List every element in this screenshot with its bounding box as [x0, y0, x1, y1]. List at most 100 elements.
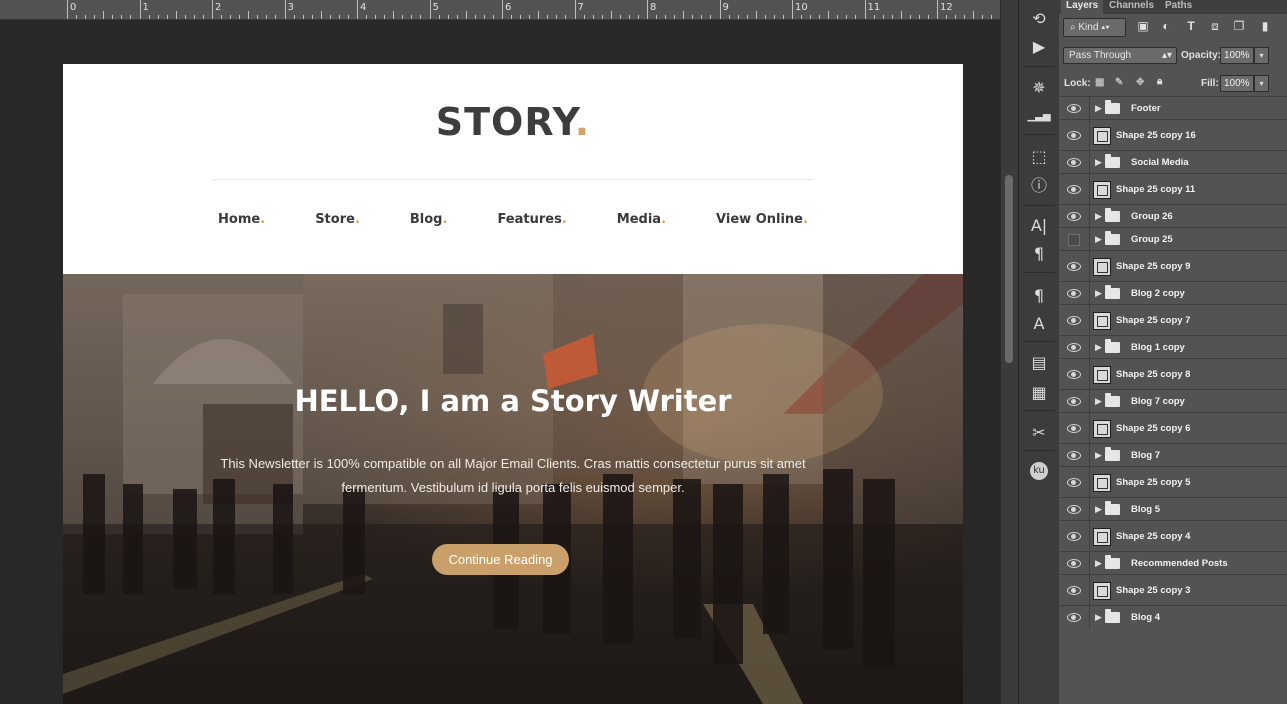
type-filter-icon[interactable]: T — [1183, 18, 1199, 35]
layer-row[interactable]: Shape 25 copy 4 — [1059, 520, 1287, 552]
visibility-toggle[interactable] — [1059, 575, 1090, 606]
lock-all-icon[interactable]: 🔒︎ — [1157, 76, 1162, 87]
ruler-minor-tick — [628, 15, 630, 19]
character-icon[interactable]: A| — [1027, 215, 1051, 237]
kuler-icon[interactable]: ku — [1030, 462, 1048, 480]
ruler-minor-tick — [619, 15, 621, 19]
layer-group-row[interactable]: ▶ Blog 4 — [1059, 605, 1287, 629]
visibility-toggle[interactable] — [1059, 444, 1090, 467]
scrollbar-thumb[interactable] — [1005, 175, 1013, 363]
lock-position-icon[interactable]: ✥ — [1136, 77, 1144, 88]
character-style-icon[interactable]: A — [1027, 313, 1051, 335]
visibility-toggle[interactable] — [1059, 228, 1090, 251]
pixel-filter-icon[interactable]: ▣ — [1135, 18, 1151, 35]
fill-dropdown-icon[interactable]: ▾ — [1254, 75, 1269, 92]
book-icon[interactable]: ▤ — [1027, 352, 1051, 374]
paragraph-icon[interactable]: ¶ — [1027, 243, 1051, 265]
adjustment-filter-icon[interactable]: ◐ — [1158, 18, 1174, 35]
layer-group-row[interactable]: ▶ Group 25 — [1059, 227, 1287, 251]
expand-arrow-icon[interactable]: ▶ — [1095, 103, 1102, 114]
lock-transparent-icon[interactable]: ▦ — [1095, 77, 1104, 88]
tab-layers[interactable]: Layers — [1061, 0, 1104, 14]
layer-group-row[interactable]: ▶ Blog 7 — [1059, 443, 1287, 467]
ruler-minor-tick — [130, 15, 132, 19]
layer-row[interactable]: Shape 25 copy 9 — [1059, 250, 1287, 282]
shape-filter-icon[interactable]: ⧈ — [1207, 18, 1223, 35]
ruler-minor-tick — [982, 15, 984, 19]
fill-input[interactable]: 100% — [1220, 75, 1254, 92]
nav-item-features[interactable]: Features. — [497, 212, 566, 227]
layer-row[interactable]: Shape 25 copy 8 — [1059, 358, 1287, 390]
nav-item-store[interactable]: Store. — [315, 212, 360, 227]
visibility-toggle[interactable] — [1059, 282, 1090, 305]
ruler-label: 11 — [867, 2, 881, 13]
expand-arrow-icon[interactable]: ▶ — [1095, 157, 1102, 168]
expand-arrow-icon[interactable]: ▶ — [1095, 450, 1102, 461]
layer-group-row[interactable]: ▶ Blog 7 copy — [1059, 389, 1287, 413]
nav-item-home[interactable]: Home. — [218, 212, 265, 227]
filter-kind-select[interactable]: ⌕ Kind ▴▾ — [1063, 18, 1126, 37]
play-icon[interactable]: ▶ — [1027, 36, 1051, 58]
info-icon[interactable]: ⓘ — [1027, 175, 1051, 197]
visibility-toggle[interactable] — [1059, 174, 1090, 205]
tab-paths[interactable]: Paths — [1165, 0, 1192, 12]
nav-item-blog[interactable]: Blog. — [410, 212, 448, 227]
expand-arrow-icon[interactable]: ▶ — [1095, 612, 1102, 623]
ruler-minor-tick — [601, 15, 603, 19]
notes-icon[interactable]: ▦ — [1027, 382, 1051, 404]
expand-arrow-icon[interactable]: ▶ — [1095, 342, 1102, 353]
visibility-toggle[interactable] — [1059, 606, 1090, 629]
filter-toggle-icon[interactable]: ▮ — [1257, 18, 1273, 35]
layer-row[interactable]: Shape 25 copy 6 — [1059, 412, 1287, 444]
layer-group-row[interactable]: ▶ Recommended Posts — [1059, 551, 1287, 575]
nav-item-media[interactable]: Media. — [617, 212, 666, 227]
continue-reading-button[interactable]: Continue Reading — [432, 544, 569, 575]
ruler-major-tick — [792, 0, 793, 19]
canvas-vertical-scrollbar[interactable] — [1000, 0, 1018, 704]
expand-arrow-icon[interactable]: ▶ — [1095, 504, 1102, 515]
opacity-input[interactable]: 100% — [1220, 47, 1254, 64]
visibility-toggle[interactable] — [1059, 120, 1090, 151]
tools-icon[interactable]: ✂ — [1027, 422, 1051, 444]
layer-row[interactable]: Shape 25 copy 7 — [1059, 304, 1287, 336]
expand-arrow-icon[interactable]: ▶ — [1095, 288, 1102, 299]
expand-arrow-icon[interactable]: ▶ — [1095, 396, 1102, 407]
expand-arrow-icon[interactable]: ▶ — [1095, 558, 1102, 569]
tab-channels[interactable]: Channels — [1109, 0, 1154, 12]
layer-row[interactable]: Shape 25 copy 11 — [1059, 173, 1287, 205]
visibility-toggle[interactable] — [1059, 359, 1090, 390]
layer-row[interactable]: Shape 25 copy 5 — [1059, 466, 1287, 498]
nav-item-view-online[interactable]: View Online. — [716, 212, 808, 227]
layer-group-row[interactable]: ▶ Footer — [1059, 96, 1287, 120]
layer-group-row[interactable]: ▶ Blog 1 copy — [1059, 335, 1287, 359]
layer-row[interactable]: Shape 25 copy 3 — [1059, 574, 1287, 606]
visibility-toggle[interactable] — [1059, 336, 1090, 359]
cube-icon[interactable]: ⬚ — [1027, 146, 1051, 168]
history-icon[interactable]: ⟲ — [1027, 8, 1051, 30]
visibility-toggle[interactable] — [1059, 521, 1090, 552]
expand-arrow-icon[interactable]: ▶ — [1095, 234, 1102, 245]
visibility-toggle[interactable] — [1059, 251, 1090, 282]
opacity-dropdown-icon[interactable]: ▾ — [1254, 47, 1269, 64]
visibility-toggle[interactable] — [1059, 390, 1090, 413]
visibility-toggle[interactable] — [1059, 97, 1090, 120]
layer-group-row[interactable]: ▶ Blog 5 — [1059, 497, 1287, 521]
layer-group-row[interactable]: ▶ Group 26 — [1059, 204, 1287, 228]
visibility-toggle[interactable] — [1059, 151, 1090, 174]
visibility-toggle[interactable] — [1059, 498, 1090, 521]
paragraph-style-icon[interactable]: ¶ — [1027, 285, 1051, 307]
visibility-toggle[interactable] — [1059, 413, 1090, 444]
layer-group-row[interactable]: ▶ Blog 2 copy — [1059, 281, 1287, 305]
visibility-toggle[interactable] — [1059, 467, 1090, 498]
layer-group-row[interactable]: ▶ Social Media — [1059, 150, 1287, 174]
layer-row[interactable]: Shape 25 copy 16 — [1059, 119, 1287, 151]
visibility-toggle[interactable] — [1059, 205, 1090, 228]
levels-icon[interactable]: ▁▃▅ — [1027, 106, 1051, 128]
lock-pixels-icon[interactable]: ✎ — [1115, 77, 1123, 88]
color-wheel-icon[interactable]: ✵ — [1027, 77, 1051, 99]
smart-object-filter-icon[interactable]: ❐ — [1231, 18, 1247, 35]
blend-mode-select[interactable]: Pass Through ▴▾ — [1063, 47, 1177, 64]
expand-arrow-icon[interactable]: ▶ — [1095, 211, 1102, 222]
visibility-toggle[interactable] — [1059, 305, 1090, 336]
visibility-toggle[interactable] — [1059, 552, 1090, 575]
